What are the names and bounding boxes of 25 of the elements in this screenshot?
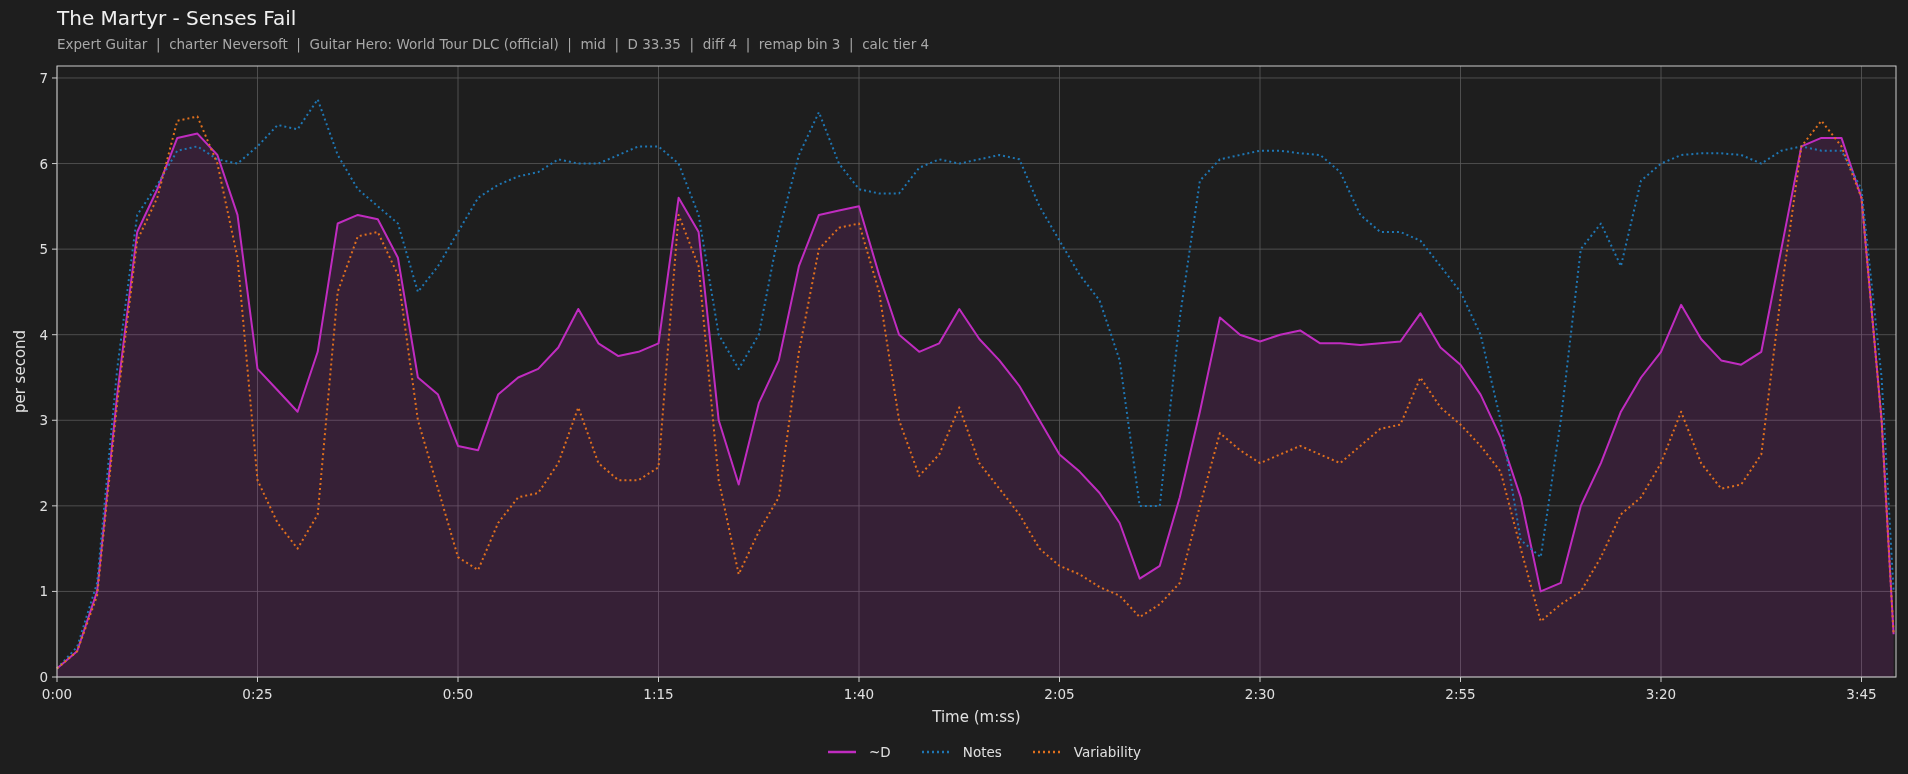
chart-subtitle: Expert Guitar | charter Neversoft | Guitar Hero: World Tour DLC (official) | mid | D 33.35 | diff 4 | remap bin 3 | calc tier 4: [57, 36, 930, 53]
axis-tick-label: 6: [39, 155, 48, 172]
axis-label: Time (m:ss): [932, 708, 1021, 726]
axis-tick-label: 2:05: [1044, 686, 1075, 702]
axis-tick-label: 0:00: [41, 686, 73, 702]
axis-tick-label: 2:55: [1445, 686, 1476, 702]
axis-tick-label: 2: [39, 497, 48, 514]
legend-label: Variability: [1073, 744, 1141, 760]
axis-tick-label: 2:30: [1244, 686, 1276, 702]
axis-tick-label: 1: [39, 583, 48, 600]
axis-tick-label: 1:15: [643, 686, 674, 702]
axis-tick-label: 5: [39, 241, 48, 258]
axis-tick-label: 0:25: [242, 686, 273, 702]
axis-label: per second: [11, 329, 29, 414]
legend-label: ~D: [869, 744, 891, 760]
axis-tick-label: 1:40: [843, 686, 875, 702]
chart-title: The Martyr - Senses Fail: [57, 6, 297, 30]
axis-tick-label: 4: [39, 326, 48, 343]
axis-tick-label: 3: [39, 412, 48, 429]
axis-tick-label: 0: [39, 669, 48, 685]
axis-tick-label: 3:20: [1645, 686, 1677, 702]
axis-tick-label: 0:50: [442, 686, 474, 702]
axis-tick-label: 3:45: [1846, 686, 1877, 702]
axis-tick-label: 7: [39, 70, 48, 86]
legend-label: Notes: [962, 744, 1002, 760]
